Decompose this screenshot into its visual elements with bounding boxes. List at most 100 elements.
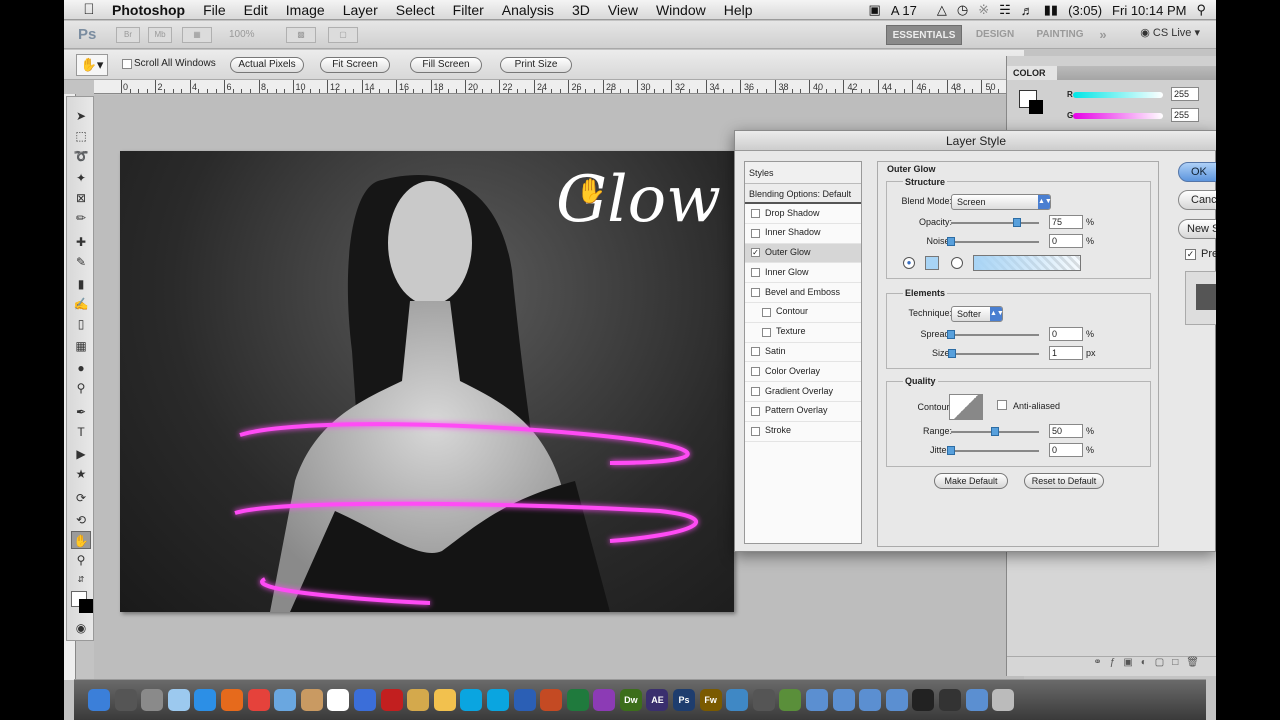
dock-itunes-icon[interactable] bbox=[167, 689, 190, 711]
screen-mode-icon[interactable]: ▢ bbox=[328, 27, 358, 43]
dock-system-prefs-icon[interactable] bbox=[141, 689, 164, 711]
menu-file[interactable]: File bbox=[194, 2, 235, 18]
dock-safari-icon[interactable] bbox=[194, 689, 217, 711]
technique-select[interactable]: Softer ▲▼ bbox=[951, 306, 1004, 322]
hand-tool-icon[interactable]: ✋ bbox=[71, 531, 91, 549]
dock-folder-3-icon[interactable] bbox=[859, 689, 882, 711]
dock-calendar-icon[interactable] bbox=[327, 689, 350, 711]
blending-options-item[interactable]: Blending Options: Default bbox=[745, 184, 861, 204]
anti-aliased-checkbox[interactable] bbox=[997, 400, 1007, 410]
spread-slider-knob[interactable] bbox=[947, 330, 955, 339]
screen-record-icon[interactable]: ▣ bbox=[869, 2, 881, 18]
healing-brush-tool-icon[interactable]: ✚ bbox=[71, 233, 91, 251]
dock-itunes-2-icon[interactable] bbox=[353, 689, 376, 711]
g-value-input[interactable]: 255 bbox=[1171, 108, 1199, 122]
cancel-button[interactable]: Cancel bbox=[1178, 190, 1216, 210]
clock[interactable]: Fri 10:14 PM bbox=[1112, 3, 1186, 18]
blur-tool-icon[interactable]: ● bbox=[71, 359, 91, 377]
move-tool-icon[interactable]: ➤ bbox=[71, 107, 91, 125]
bluetooth-icon[interactable]: ※ bbox=[978, 2, 989, 18]
effect-checkbox[interactable] bbox=[751, 228, 760, 238]
ok-button[interactable]: OK bbox=[1178, 162, 1216, 182]
size-slider-track[interactable] bbox=[951, 353, 1039, 355]
spread-input[interactable]: 0 bbox=[1049, 327, 1083, 341]
dock-firefox-icon[interactable] bbox=[220, 689, 243, 711]
dock-trash-icon[interactable] bbox=[992, 689, 1015, 711]
effect-checkbox[interactable]: ✓ bbox=[751, 248, 760, 258]
image-canvas[interactable]: Glow ✋ bbox=[120, 151, 734, 612]
effect-checkbox[interactable] bbox=[762, 307, 771, 317]
3d-rotate-tool-icon[interactable]: ⟳ bbox=[71, 489, 91, 507]
effect-item[interactable]: Texture bbox=[745, 323, 861, 343]
dock-worldwide-icon[interactable] bbox=[726, 689, 749, 711]
menu-view[interactable]: View bbox=[599, 2, 647, 18]
styles-header[interactable]: Styles bbox=[745, 162, 861, 184]
glow-gradient-picker[interactable] bbox=[973, 255, 1081, 271]
dock-photoshop-icon[interactable]: Ps bbox=[673, 689, 696, 711]
dock-word-icon[interactable] bbox=[513, 689, 536, 711]
jitter-input[interactable]: 0 bbox=[1049, 443, 1083, 457]
battery-icon[interactable]: ▮▮ bbox=[1044, 2, 1058, 18]
dock-folder-2-icon[interactable] bbox=[832, 689, 855, 711]
apple-icon[interactable]:  bbox=[76, 1, 102, 18]
dock-minecraft-icon[interactable] bbox=[779, 689, 802, 711]
menu-filter[interactable]: Filter bbox=[444, 2, 493, 18]
eraser-tool-icon[interactable]: ▯ bbox=[71, 315, 91, 333]
dock-folder-5-icon[interactable] bbox=[965, 689, 988, 711]
3d-orbit-tool-icon[interactable]: ⟲ bbox=[71, 511, 91, 529]
time-machine-icon[interactable]: ◷ bbox=[957, 2, 968, 18]
fill-screen-button[interactable]: Fill Screen bbox=[410, 57, 482, 73]
dock-photos-icon[interactable] bbox=[433, 689, 456, 711]
noise-slider-track[interactable] bbox=[951, 241, 1039, 243]
dock-finder-icon[interactable] bbox=[88, 689, 110, 711]
more-workspaces-icon[interactable]: » bbox=[1094, 25, 1112, 45]
actual-pixels-button[interactable]: Actual Pixels bbox=[230, 57, 304, 73]
workspace-painting[interactable]: PAINTING bbox=[1032, 25, 1088, 45]
dock-itunes-3-icon[interactable] bbox=[939, 689, 961, 711]
scroll-all-windows-checkbox[interactable] bbox=[122, 59, 132, 69]
spotlight-icon[interactable]: ⚲ bbox=[1196, 2, 1206, 18]
dock-excel-icon[interactable] bbox=[566, 689, 589, 711]
pen-tool-icon[interactable]: ✒ bbox=[71, 403, 91, 421]
fit-screen-button[interactable]: Fit Screen bbox=[320, 57, 390, 73]
gradient-radio[interactable] bbox=[951, 257, 963, 269]
layers-footer-icons[interactable]: ⚭ƒ▣◐▢□🗑 bbox=[1007, 656, 1216, 670]
hand-tool-preset-icon[interactable]: ✋▾ bbox=[76, 54, 108, 76]
dodge-tool-icon[interactable]: ⚲ bbox=[71, 379, 91, 397]
opacity-slider-track[interactable] bbox=[951, 222, 1039, 224]
contour-picker[interactable] bbox=[949, 394, 983, 420]
background-color-swatch[interactable] bbox=[79, 599, 93, 613]
upload-icon[interactable]: △ bbox=[937, 2, 947, 18]
print-size-button[interactable]: Print Size bbox=[500, 57, 572, 73]
effect-checkbox[interactable] bbox=[762, 327, 771, 337]
lasso-tool-icon[interactable]: ➰ bbox=[71, 147, 91, 165]
effect-checkbox[interactable] bbox=[751, 406, 760, 416]
size-input[interactable]: 1 bbox=[1049, 346, 1083, 360]
effect-item[interactable]: Color Overlay bbox=[745, 362, 861, 383]
dock-preview-icon[interactable] bbox=[300, 689, 323, 711]
dock-dreamweaver-icon[interactable]: Dw bbox=[619, 689, 642, 711]
jitter-slider-track[interactable] bbox=[951, 450, 1039, 452]
effect-item[interactable]: Satin bbox=[745, 343, 861, 363]
dock-skype-2-icon[interactable] bbox=[486, 689, 509, 711]
dock-terminal-icon[interactable] bbox=[912, 689, 935, 711]
effect-item[interactable]: Pattern Overlay bbox=[745, 402, 861, 422]
quick-select-tool-icon[interactable]: ✦ bbox=[71, 169, 91, 187]
effect-checkbox[interactable] bbox=[751, 367, 760, 377]
dock-dashboard-icon[interactable] bbox=[114, 689, 137, 711]
opacity-input[interactable]: 75 bbox=[1049, 215, 1083, 229]
r-value-input[interactable]: 255 bbox=[1171, 87, 1199, 101]
history-brush-tool-icon[interactable]: ✍ bbox=[71, 295, 91, 313]
range-slider-knob[interactable] bbox=[991, 427, 999, 436]
menu-image[interactable]: Image bbox=[277, 2, 334, 18]
brush-tool-icon[interactable]: ✎ bbox=[71, 253, 91, 271]
dock-folder-icon[interactable] bbox=[806, 689, 829, 711]
new-style-button[interactable]: New Style... bbox=[1178, 219, 1216, 239]
clone-stamp-tool-icon[interactable]: ▮ bbox=[71, 275, 91, 293]
preview-checkbox[interactable]: ✓ bbox=[1185, 249, 1196, 260]
horizontal-ruler[interactable]: 0 2 4 6 8 10 12 14 16 18 20 22 24 26 28 30 32 34 36 38 40 42 4… bbox=[94, 80, 1024, 94]
effect-item[interactable]: ✓ Outer Glow bbox=[745, 243, 861, 264]
jitter-slider-knob[interactable] bbox=[947, 446, 955, 455]
make-default-button[interactable]: Make Default bbox=[934, 473, 1008, 489]
view-extras-icon[interactable]: ▦ bbox=[182, 27, 212, 43]
